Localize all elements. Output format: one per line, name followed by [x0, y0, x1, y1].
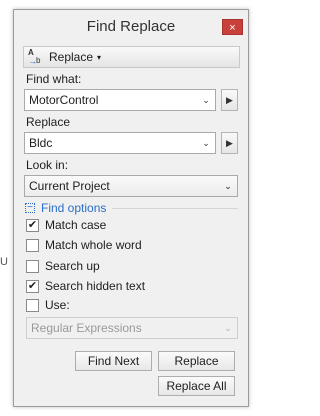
use-type-value: Regular Expressions	[31, 321, 142, 335]
replace-history-arrow-button[interactable]: ▶	[221, 132, 238, 154]
look-in-select[interactable]: Current Project ⌄	[24, 175, 238, 197]
find-history-arrow-button[interactable]: ▶	[221, 89, 238, 111]
find-next-button[interactable]: Find Next	[75, 351, 152, 371]
stray-glyph: U	[0, 256, 8, 268]
look-in-value: Current Project	[29, 179, 110, 193]
chevron-down-icon[interactable]: ⌄	[219, 181, 237, 192]
mode-icon-arrow: →	[28, 56, 37, 66]
find-replace-dialog: Find Replace × A b → Replace ▾ Find what…	[13, 9, 249, 407]
chevron-down-icon[interactable]: ⌄	[197, 138, 215, 149]
search-hidden-text-label: Search hidden text	[45, 279, 146, 293]
mode-dropdown[interactable]: A b → Replace ▾	[23, 46, 240, 68]
replace-input[interactable]: Bldc	[25, 136, 197, 150]
match-whole-word-label: Match whole word	[45, 238, 142, 252]
match-case-label: Match case	[45, 218, 107, 232]
replace-label: Replace	[26, 115, 71, 129]
mode-label: Replace	[49, 50, 94, 64]
match-whole-word-option[interactable]: Match whole word	[26, 238, 142, 252]
chevron-down-icon: ⌄	[224, 322, 232, 333]
dialog-title: Find Replace	[86, 18, 176, 35]
match-case-option[interactable]: ✔ Match case	[26, 218, 106, 232]
collapse-icon[interactable]: −	[25, 203, 35, 213]
search-up-option[interactable]: Search up	[26, 259, 100, 273]
replace-button[interactable]: Replace	[158, 351, 235, 371]
use-option[interactable]: Use:	[26, 298, 70, 312]
find-replace-icon: A b →	[27, 48, 47, 66]
title-bar: Find Replace ×	[14, 10, 248, 44]
match-whole-word-checkbox[interactable]	[26, 238, 39, 252]
find-what-input[interactable]: MotorControl	[25, 93, 197, 107]
look-in-label: Look in:	[26, 158, 69, 172]
find-what-combo[interactable]: MotorControl ⌄	[24, 89, 216, 111]
replace-combo[interactable]: Bldc ⌄	[24, 132, 216, 154]
match-case-checkbox[interactable]: ✔	[26, 218, 39, 232]
search-up-label: Search up	[45, 259, 100, 273]
find-options-label[interactable]: Find options	[41, 201, 106, 215]
use-checkbox[interactable]	[26, 298, 39, 312]
search-hidden-text-checkbox[interactable]: ✔	[26, 279, 39, 293]
use-type-select: Regular Expressions ⌄	[26, 317, 238, 339]
find-what-label: Find what:	[26, 72, 82, 86]
divider	[112, 207, 238, 209]
search-hidden-text-option[interactable]: ✔ Search hidden text	[26, 279, 145, 293]
search-up-checkbox[interactable]	[26, 259, 39, 273]
use-label: Use:	[45, 298, 70, 312]
chevron-down-icon[interactable]: ⌄	[197, 95, 215, 106]
replace-all-button[interactable]: Replace All	[158, 376, 235, 396]
close-button[interactable]: ×	[222, 19, 243, 35]
find-options-header[interactable]: − Find options	[23, 199, 238, 217]
caret-down-icon: ▾	[97, 52, 102, 62]
